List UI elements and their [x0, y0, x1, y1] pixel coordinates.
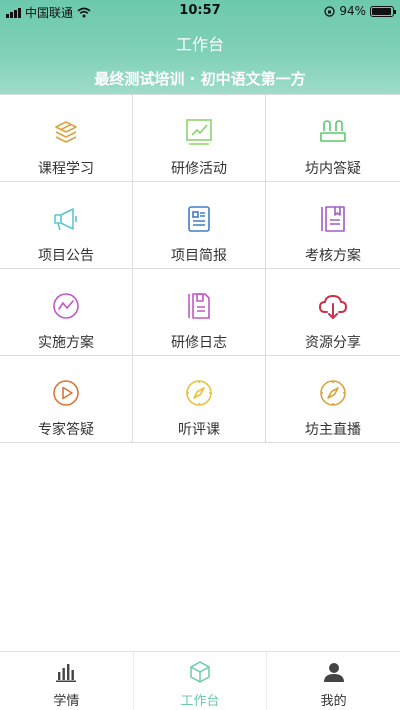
bottom-tab-bar: 学情 工作台 我的 — [0, 651, 400, 710]
grid-item-study-activity[interactable]: 研修活动 — [133, 95, 266, 182]
grid-item-project-notice[interactable]: 项目公告 — [0, 182, 133, 269]
rotation-lock-icon — [324, 5, 335, 17]
battery-percent: 94% — [339, 4, 366, 18]
grid-item-course-study[interactable]: 课程学习 — [0, 95, 133, 182]
notebook-icon — [318, 204, 348, 234]
grid-item-resource-share[interactable]: 资源分享 — [266, 269, 400, 356]
cloud-download-icon — [318, 291, 348, 321]
megaphone-icon — [51, 204, 81, 234]
play-circle-icon — [51, 378, 81, 408]
box-icon — [190, 661, 210, 683]
grid-item-study-journal[interactable]: 研修日志 — [133, 269, 266, 356]
compass-icon — [184, 378, 214, 408]
bar-chart-icon — [56, 664, 77, 682]
grid-item-label: 实施方案 — [38, 335, 94, 351]
header: 中国联通 10:57 94% 工作台 最终测试培训 · 初中语文第一方 — [0, 0, 400, 94]
grid-item-label: 听评课 — [178, 422, 220, 438]
tab-label: 学情 — [53, 694, 80, 709]
wave-circle-icon — [51, 291, 81, 321]
tab-label: 我的 — [320, 694, 347, 709]
tab-learning-status[interactable]: 学情 — [0, 652, 134, 710]
grid-item-label: 项目公告 — [38, 248, 94, 264]
compass-icon — [318, 378, 348, 408]
grid-item-expert-qa[interactable]: 专家答疑 — [0, 356, 133, 443]
grid-item-label: 课程学习 — [38, 161, 94, 177]
grid-item-implementation-plan[interactable]: 实施方案 — [0, 269, 133, 356]
grid-item-host-live[interactable]: 坊主直播 — [266, 356, 400, 443]
grid-item-label: 研修日志 — [171, 335, 227, 351]
grid-item-lesson-review[interactable]: 听评课 — [133, 356, 266, 443]
grid-item-label: 考核方案 — [305, 248, 361, 264]
chart-board-icon — [184, 117, 214, 147]
grid-item-label: 研修活动 — [171, 161, 227, 177]
tab-workbench[interactable]: 工作台 — [134, 652, 268, 710]
page-title: 工作台 — [175, 35, 224, 54]
grid-item-project-brief[interactable]: 项目简报 — [133, 182, 266, 269]
grid-item-label: 专家答疑 — [38, 422, 94, 438]
newspaper-icon — [184, 204, 214, 234]
grid-item-label: 资源分享 — [305, 335, 361, 351]
grid-item-workshop-qa[interactable]: 坊内答疑 — [266, 95, 400, 182]
journal-icon — [184, 291, 214, 321]
box-stack-icon — [51, 117, 81, 147]
grid-item-assessment-plan[interactable]: 考核方案 — [266, 182, 400, 269]
user-icon — [323, 663, 344, 682]
battery-icon — [370, 5, 396, 17]
grid-item-label: 项目简报 — [171, 248, 227, 264]
grid-item-label: 坊主直播 — [305, 422, 361, 438]
people-icon — [318, 117, 348, 147]
feature-grid: 课程学习 研修活动 坊内答疑 项目公告 项目简报 考核方案 实施方案 研修日志 … — [0, 94, 400, 443]
project-subtitle: 最终测试培训 · 初中语文第一方 — [94, 70, 306, 88]
status-bar: 中国联通 10:57 94% — [0, 0, 400, 22]
grid-item-label: 坊内答疑 — [305, 161, 361, 177]
tab-mine[interactable]: 我的 — [267, 652, 400, 710]
tab-label: 工作台 — [180, 694, 220, 709]
